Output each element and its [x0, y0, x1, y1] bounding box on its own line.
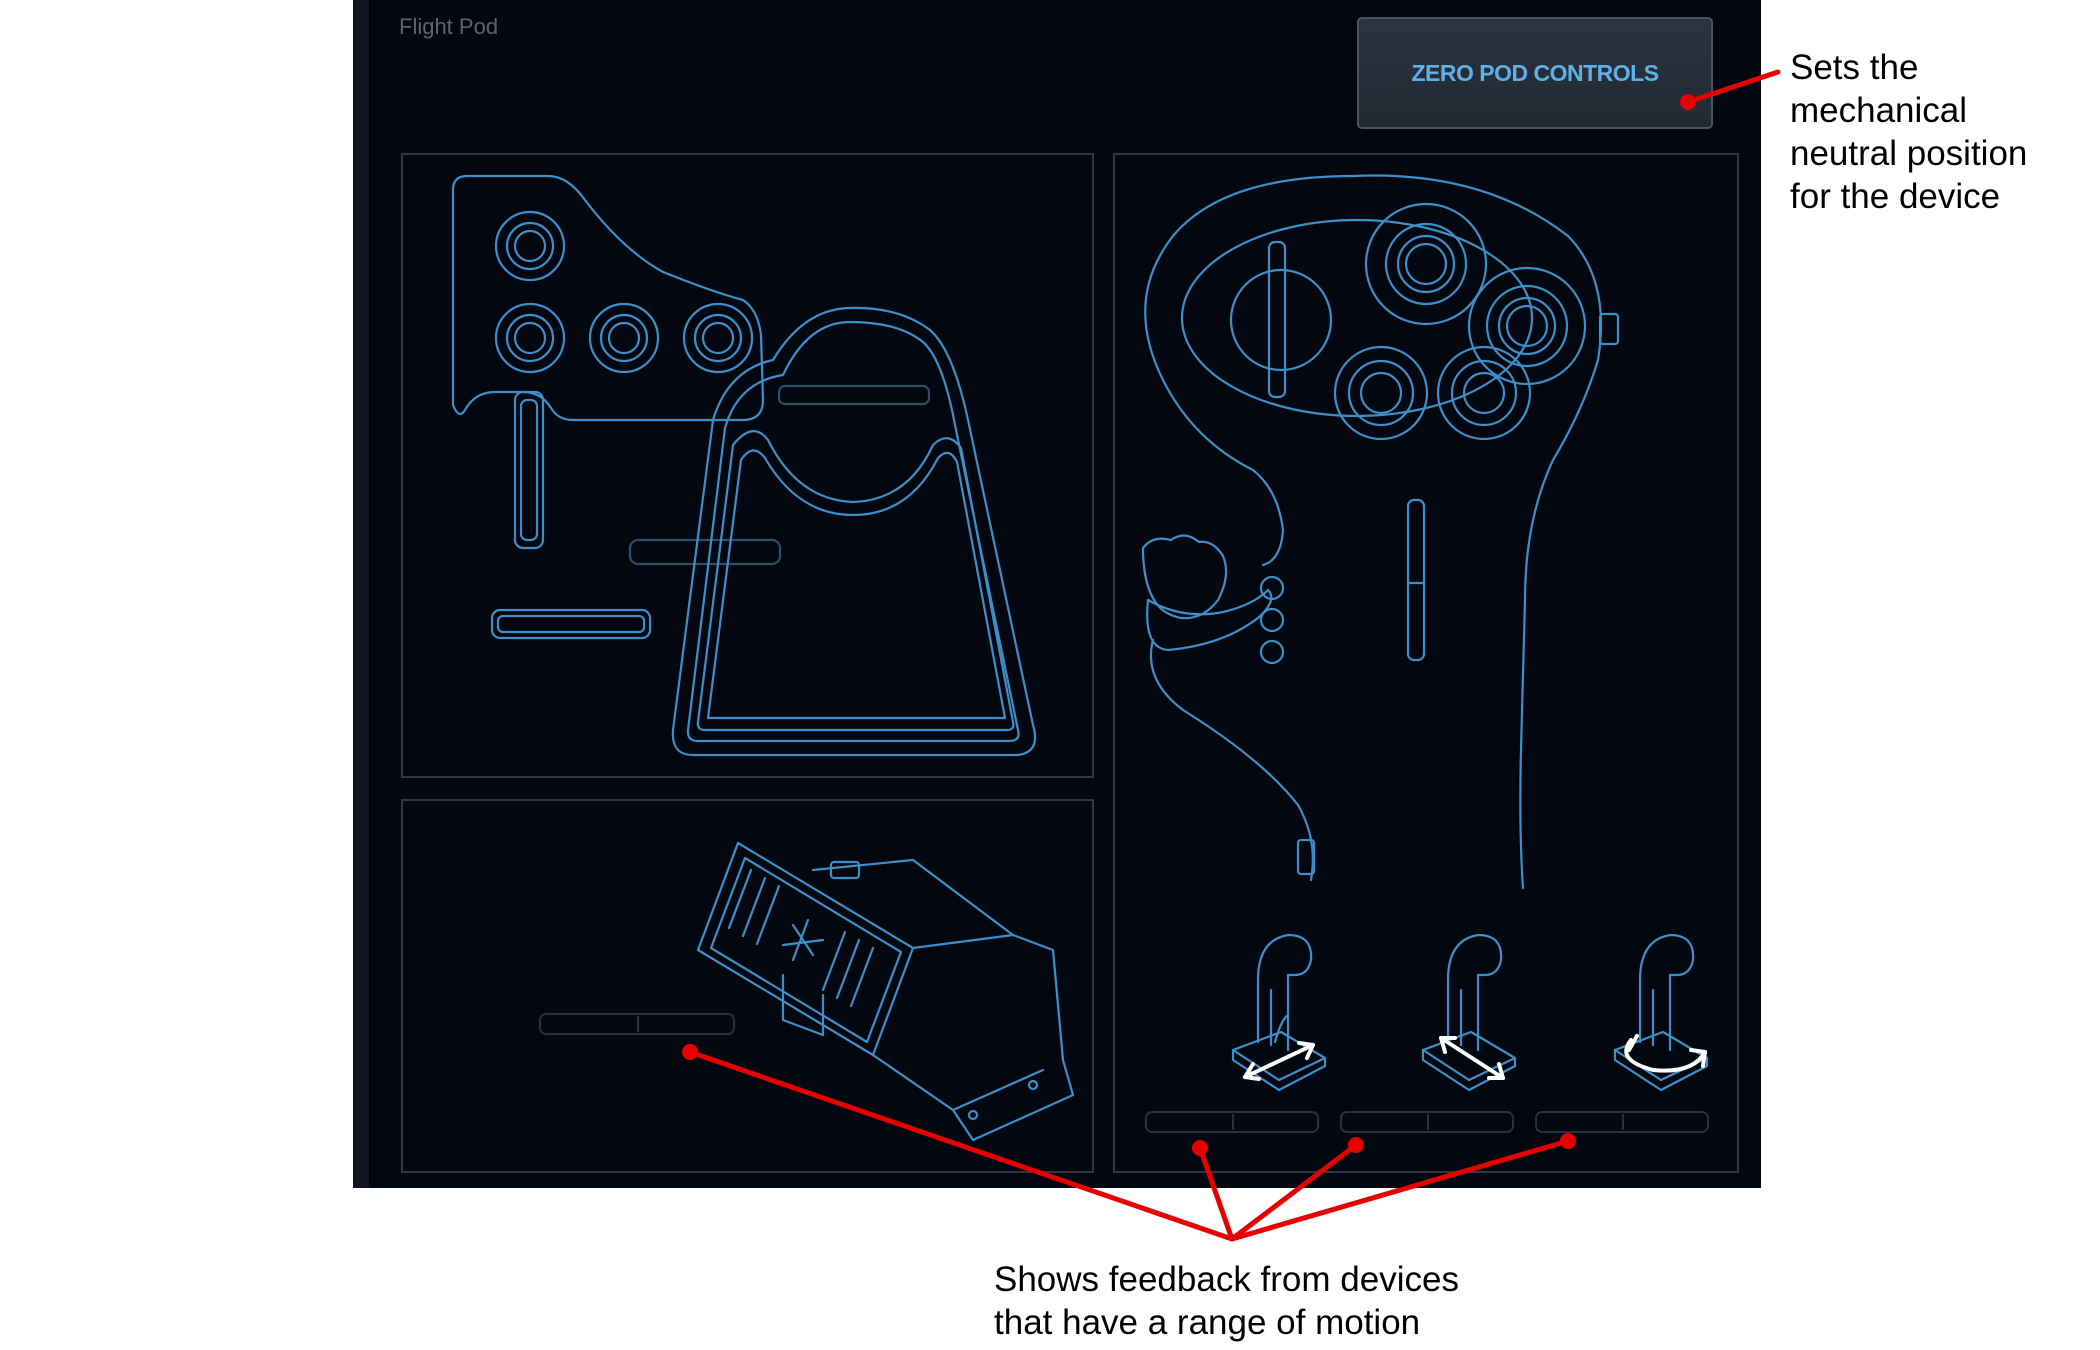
joystick-panel: [1113, 153, 1739, 1173]
throttle-panel: [401, 153, 1094, 778]
stick-twist-axis-meter: [1535, 1111, 1709, 1133]
zero-pod-controls-button[interactable]: ZERO POD CONTROLS: [1357, 17, 1713, 129]
left-rail: [353, 0, 369, 1188]
page-title: Flight Pod: [399, 14, 499, 39]
pedals-panel: [401, 799, 1094, 1173]
flight-pod-window: Flight Pod ZERO POD CONTROLS: [353, 0, 1761, 1188]
feedback-annotation: Shows feedback from devices that have a …: [994, 1260, 1459, 1342]
pedals-axis-meter: [539, 1013, 735, 1035]
zero-controls-annotation: Sets the mechanical neutral position for…: [1790, 48, 2028, 216]
stick-y-axis-meter: [1340, 1111, 1514, 1133]
stick-x-axis-meter: [1145, 1111, 1319, 1133]
